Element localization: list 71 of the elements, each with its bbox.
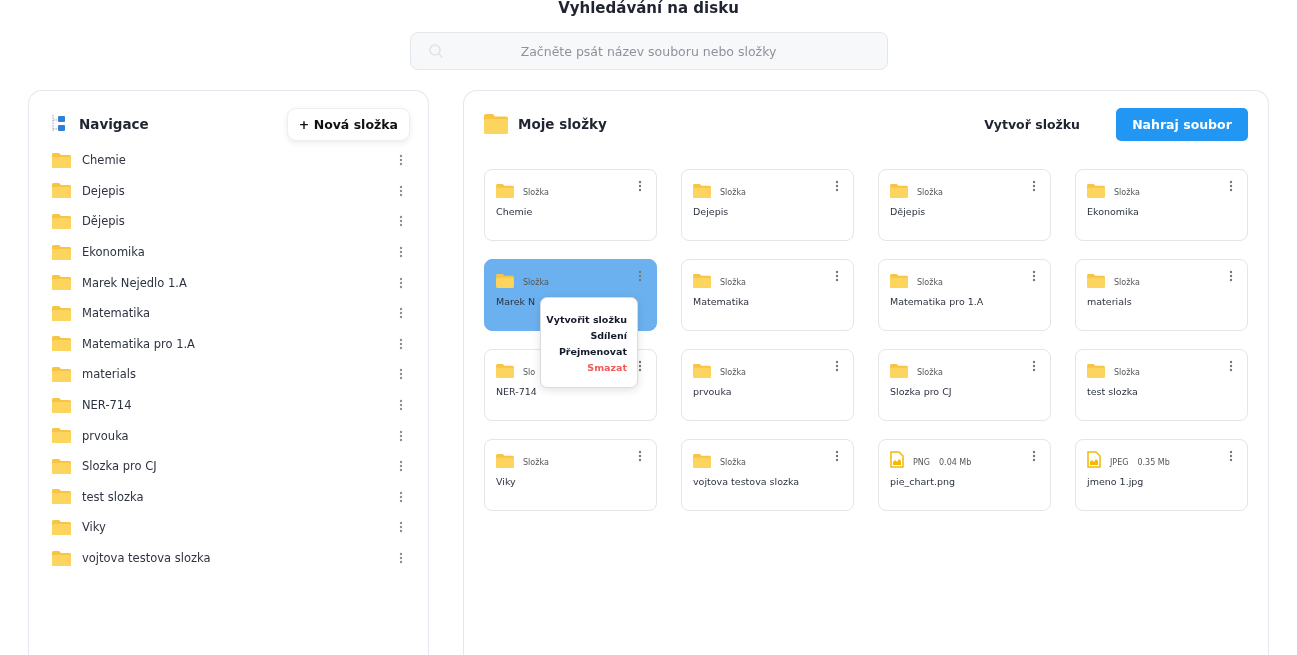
sidebar-item[interactable]: Slozka pro CJ xyxy=(82,459,399,474)
folder-card[interactable]: Složka Ekonomika xyxy=(1075,169,1248,241)
item-type: Slo xyxy=(523,368,536,377)
new-folder-button[interactable]: + Nová složka xyxy=(286,107,410,141)
item-name: Chemie xyxy=(496,206,534,217)
sidebar-item[interactable]: Chemie xyxy=(82,153,399,168)
folder-card[interactable]: Složka Matematika xyxy=(681,259,854,331)
sidebar-item[interactable]: Matematika xyxy=(82,306,399,321)
menu-item[interactable]: Přejmenovat xyxy=(558,346,627,357)
item-name: Dejepis xyxy=(693,206,730,217)
item-name: Viky xyxy=(496,476,517,487)
file-size: 0.35 Mb xyxy=(1137,458,1170,467)
sidebar-item[interactable]: prvouka xyxy=(82,428,399,443)
sidebar-item[interactable]: vojtova testova slozka xyxy=(82,551,399,565)
file-size: 0.04 Mb xyxy=(939,458,972,467)
sidebar-item[interactable]: Dějepis xyxy=(82,214,399,229)
sidebar-item[interactable]: Viky xyxy=(82,520,399,535)
item-name: Marek N xyxy=(496,296,537,307)
folder-card[interactable]: Složka Dějepis xyxy=(878,169,1051,241)
folder-card[interactable]: Složka Dejepis xyxy=(681,169,854,241)
item-name: Dějepis xyxy=(890,206,927,217)
folder-card[interactable]: Složka prvouka xyxy=(681,349,854,421)
sidebar-item[interactable]: materials xyxy=(82,367,399,382)
item-name: NER-714 xyxy=(496,386,538,397)
item-type: Složka xyxy=(917,278,943,287)
folder-card[interactable]: Složka materials xyxy=(1075,259,1248,331)
item-type: Složka xyxy=(917,368,943,377)
sidebar-item[interactable]: Matematika pro 1.A xyxy=(82,336,399,351)
item-type: Složka xyxy=(720,278,746,287)
folder-card[interactable]: Složka Chemie xyxy=(484,169,657,241)
item-type: Složka xyxy=(1114,368,1140,377)
folder-card[interactable]: Složka Matematika pro 1.A xyxy=(878,259,1051,331)
folder-card[interactable]: PNG 0.04 Mb pie_chart.png xyxy=(878,439,1051,511)
item-name: jmeno 1.jpg xyxy=(1087,476,1145,487)
item-type: Složka xyxy=(523,188,549,197)
item-type: Složka xyxy=(917,188,943,197)
folder-card[interactable]: Složka Viky xyxy=(484,439,657,511)
menu-item[interactable]: Vytvořit složku xyxy=(546,314,627,325)
item-type: JPEG xyxy=(1110,458,1129,467)
item-type: Složka xyxy=(523,278,549,287)
panel-title: Moje složky xyxy=(518,116,607,132)
item-name: pie_chart.png xyxy=(890,476,957,487)
item-type: Složka xyxy=(523,458,549,467)
panel-title: Navigace xyxy=(79,116,150,132)
sidebar-item[interactable]: Ekonomika xyxy=(82,245,399,260)
item-type: Složka xyxy=(720,188,746,197)
item-name: Ekonomika xyxy=(1087,206,1140,217)
folder-card[interactable]: JPEG 0.35 Mb jmeno 1.jpg xyxy=(1075,439,1248,511)
item-type: Složka xyxy=(1114,278,1140,287)
search-field[interactable]: Začněte psát název souboru nebo složky xyxy=(409,32,888,70)
sidebar-item[interactable]: test slozka xyxy=(82,489,399,504)
item-name: Slozka pro CJ xyxy=(890,386,953,397)
item-name: vojtova testova slozka xyxy=(693,476,801,487)
item-name: Matematika xyxy=(693,296,751,307)
item-type: Složka xyxy=(720,368,746,377)
item-name: prvouka xyxy=(693,386,733,397)
create-folder-button[interactable]: Vytvoř složku xyxy=(978,115,1086,133)
item-type: Složka xyxy=(1114,188,1140,197)
folder-card[interactable]: Složka test slozka xyxy=(1075,349,1248,421)
folder-card[interactable]: Složka Slozka pro CJ xyxy=(878,349,1051,421)
sidebar-item[interactable]: Dejepis xyxy=(82,183,399,198)
item-type: PNG xyxy=(913,458,930,467)
item-type: Složka xyxy=(720,458,746,467)
sidebar-item[interactable]: NER-714 xyxy=(82,398,399,413)
item-name: materials xyxy=(1087,296,1133,307)
page-title: Vyhledávání na disku xyxy=(558,0,739,17)
item-name: test slozka xyxy=(1087,386,1139,397)
sidebar-item[interactable]: Marek Nejedlo 1.A xyxy=(82,275,399,290)
item-name: Matematika pro 1.A xyxy=(890,296,985,307)
folder-card[interactable]: Složka vojtova testova slozka xyxy=(681,439,854,511)
menu-item[interactable]: Sdílení xyxy=(590,330,627,341)
